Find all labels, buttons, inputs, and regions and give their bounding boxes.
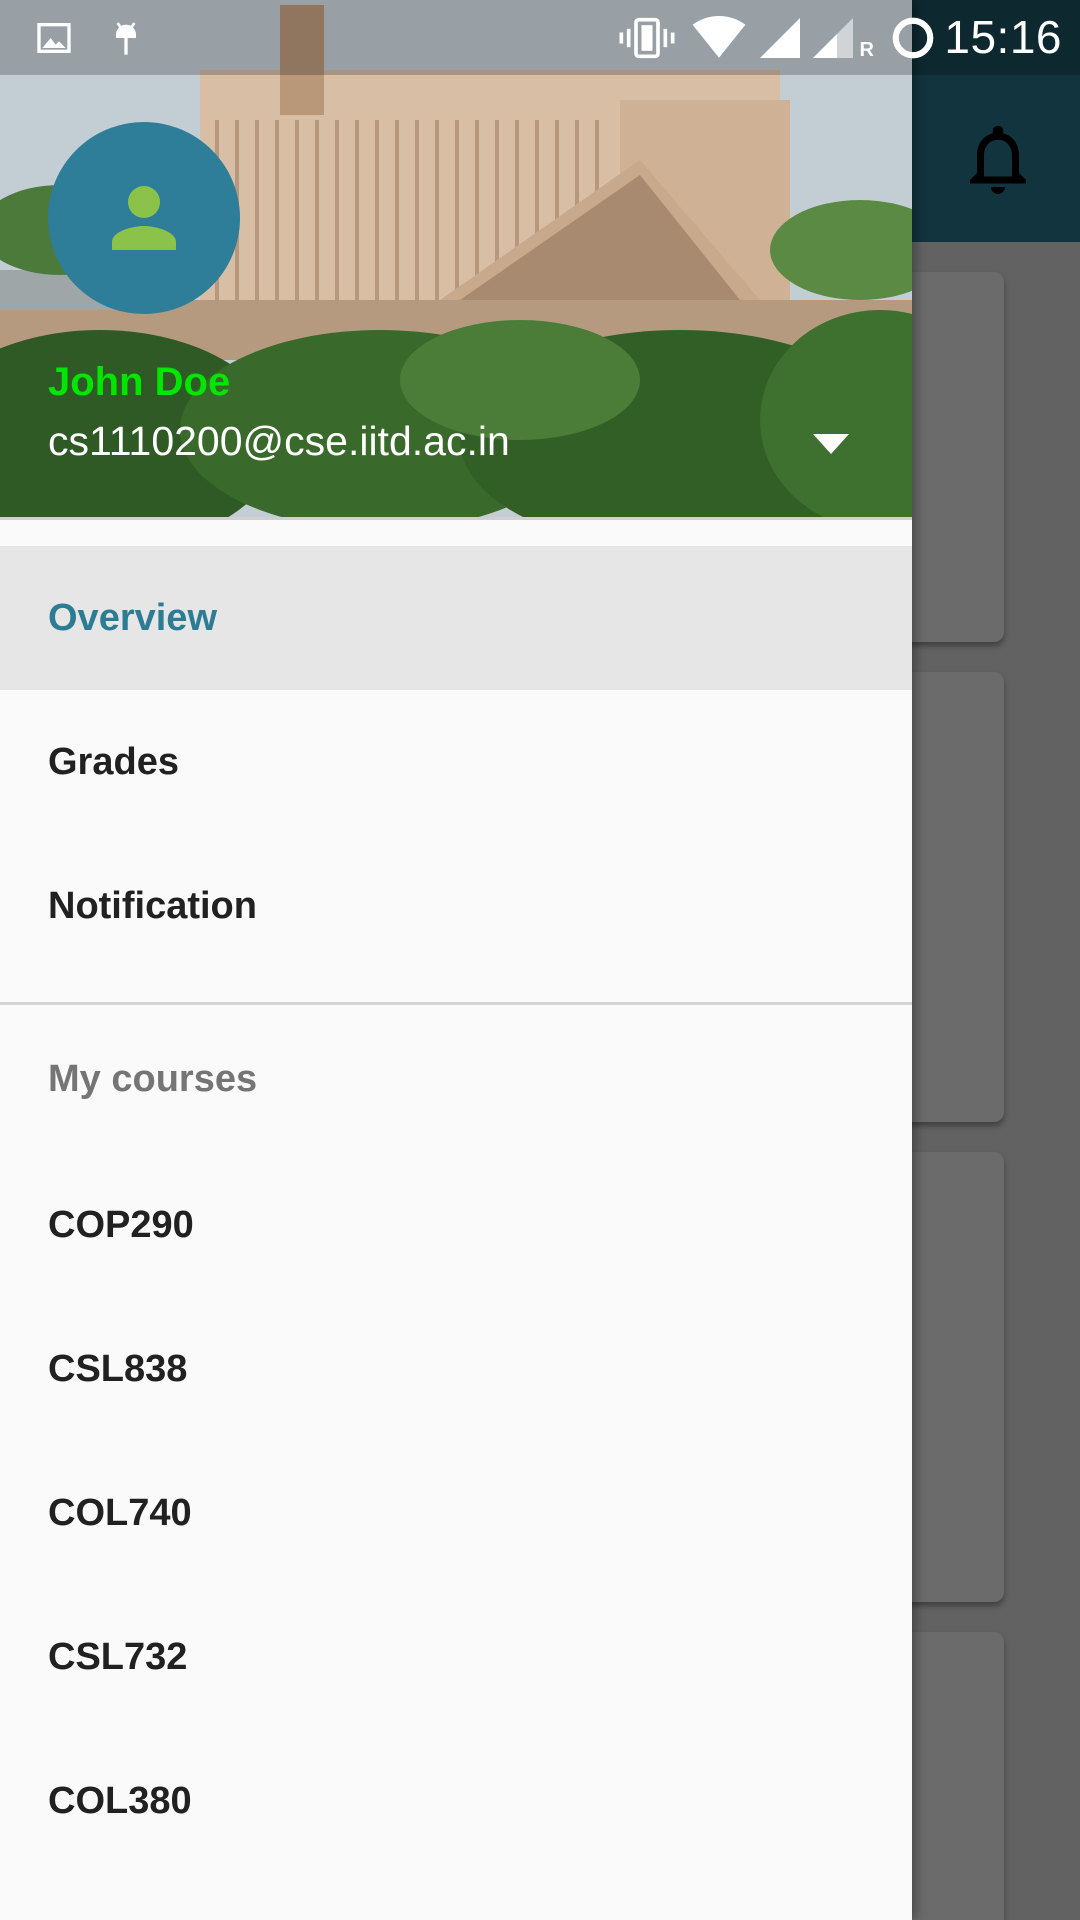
user-avatar[interactable]: [48, 122, 240, 314]
drawer-item-notification[interactable]: Notification: [0, 834, 912, 978]
account-dropdown-toggle[interactable]: [806, 424, 856, 464]
roaming-label: R: [859, 39, 874, 61]
wifi-icon: [690, 14, 748, 62]
navigation-drawer: John Doe cs1110200@cse.iitd.ac.in Overvi…: [0, 0, 912, 1920]
sync-icon: [888, 14, 938, 62]
courses-section-header: My courses: [48, 1057, 258, 1100]
drawer-header: John Doe cs1110200@cse.iitd.ac.in: [0, 0, 912, 520]
drawer-item-course[interactable]: COL740: [0, 1441, 912, 1585]
android-icon: [104, 14, 148, 62]
drawer-item-course[interactable]: CSL732: [0, 1585, 912, 1729]
dropdown-arrow-icon: [813, 434, 849, 454]
drawer-item-course[interactable]: CSL838: [0, 1297, 912, 1441]
drawer-item-course[interactable]: COL380: [0, 1729, 912, 1873]
vibrate-icon: [618, 14, 676, 62]
user-email: cs1110200@cse.iitd.ac.in: [48, 418, 510, 464]
person-icon: [112, 186, 176, 250]
image-icon: [32, 14, 76, 62]
drawer-item-course[interactable]: COP290: [0, 1153, 912, 1297]
user-name: John Doe: [48, 360, 231, 404]
signal-roaming-icon: R: [808, 14, 874, 62]
drawer-item-grades[interactable]: Grades: [0, 690, 912, 834]
drawer-item-overview[interactable]: Overview: [0, 546, 912, 690]
drawer-menu: Overview Grades Notification My courses …: [0, 546, 912, 1873]
header-divider: [0, 517, 912, 520]
status-bar: R 15:16: [0, 0, 1080, 75]
signal-icon: [754, 14, 806, 62]
status-time: 15:16: [944, 11, 1062, 63]
